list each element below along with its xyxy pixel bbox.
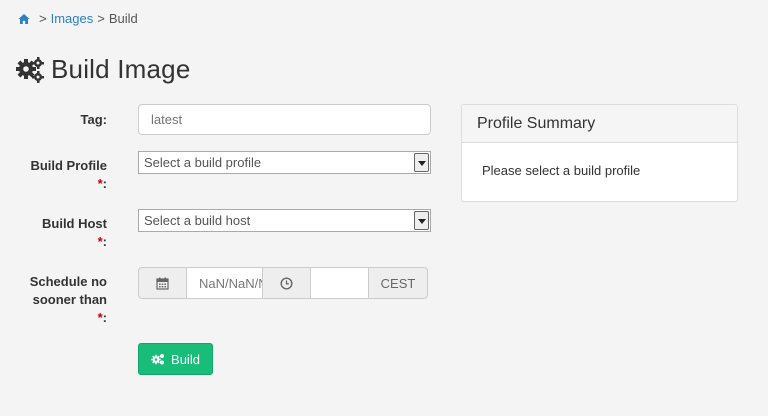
gears-icon [16,56,44,83]
tag-input[interactable] [138,104,431,135]
build-profile-selected: Select a build profile [144,155,262,170]
build-profile-label: Build Profile *: [30,158,107,191]
breadcrumb-current: Build [108,11,138,26]
page-header: Build Image [15,54,191,85]
build-host-selected: Select a build host [144,213,251,228]
tag-label: Tag: [80,112,107,127]
breadcrumb-separator: > [97,11,105,26]
build-host-select[interactable]: Select a build host [138,209,431,232]
build-button-label: Build [171,351,200,367]
chevron-down-icon[interactable] [414,153,429,172]
profile-summary-body: Please select a build profile [482,163,641,178]
clock-icon [280,276,293,290]
breadcrumb-images-link[interactable]: Images [51,11,94,26]
calendar-icon [156,277,169,290]
build-profile-select[interactable]: Select a build profile [138,151,431,174]
profile-summary-panel: Profile Summary Please select a build pr… [461,104,738,202]
page-title: Build Image [51,54,191,84]
date-input[interactable]: NaN/NaN/NaN [186,267,263,299]
clock-button[interactable] [262,267,311,299]
build-button[interactable]: Build [138,343,213,375]
profile-summary-title: Profile Summary [462,105,737,143]
chevron-down-icon[interactable] [414,211,429,230]
time-input[interactable] [310,267,369,299]
build-host-label: Build Host *: [42,216,107,249]
gears-icon [151,354,165,365]
schedule-label: Schedule no sooner than *: [29,274,107,325]
breadcrumb-separator: > [39,11,47,26]
home-icon[interactable] [18,13,30,25]
timezone-label: CEST [368,267,428,299]
calendar-button[interactable] [138,267,187,299]
schedule-datetime-group: NaN/NaN/NaN CEST [138,267,428,299]
breadcrumb: > Images > Build [18,11,138,26]
